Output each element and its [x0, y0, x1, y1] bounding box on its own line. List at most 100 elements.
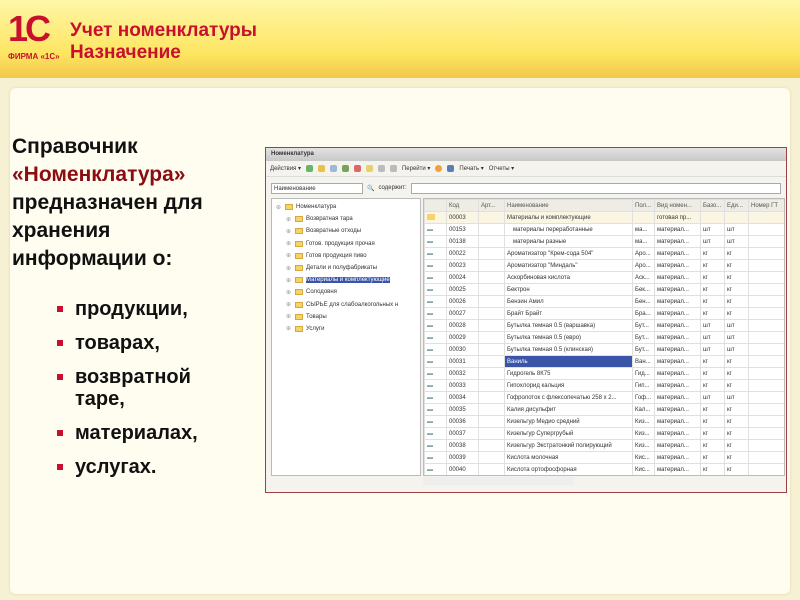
delete-icon[interactable]	[353, 165, 361, 172]
column-header[interactable]: Код	[446, 199, 479, 212]
filter-value-input[interactable]	[410, 182, 781, 194]
group-tree[interactable]: ⊕ Номенклатура ⊕ Возвратная тара ⊕ Возвратные…	[271, 198, 421, 476]
table-cell: Кал...	[632, 403, 655, 416]
goto-menu[interactable]: Перейти ▾	[402, 165, 430, 172]
table-cell: 00153	[446, 223, 479, 236]
table-row[interactable]: ▬ 00027 Брайт Брайт Бра... материал... кг кг	[424, 307, 784, 320]
column-header[interactable]: Наименование	[504, 199, 633, 212]
expand-icon[interactable]: ⊕	[286, 313, 292, 320]
table-cell	[478, 379, 505, 392]
table-row[interactable]: ▬ 00029 Бутылка темная 0.5 (евро) Бут... мат…	[424, 331, 784, 344]
tree-node[interactable]: ⊕ СЫРЬЕ для слабоалкогольных н	[272, 299, 420, 311]
intro-text: Справочник «Номенклатура» предназначен д…	[12, 135, 203, 270]
expand-icon[interactable]: ⊕	[286, 216, 292, 223]
table-cell: Гип...	[632, 379, 655, 392]
table-cell: шт	[700, 343, 725, 356]
item-icon: ▬	[424, 463, 447, 475]
table-cell: материал...	[654, 379, 701, 392]
tree-node[interactable]: ⊕ Номенклатура	[272, 201, 420, 213]
help-icon[interactable]	[435, 165, 443, 172]
column-header[interactable]: Еди...	[724, 199, 749, 212]
reports-menu[interactable]: Отчеты ▾	[489, 165, 514, 172]
table-row[interactable]: ▬ 00030 Бутылка темная 0.5 (клинская) Бут..…	[424, 343, 784, 356]
table-row[interactable]: ▬ 00034 Гофролоток с флексопечатью 258 x 2…	[424, 391, 784, 404]
table-cell: кг	[700, 463, 725, 475]
column-header[interactable]: Арт...	[478, 199, 505, 212]
edit-icon[interactable]	[341, 165, 349, 172]
table-row[interactable]: ▬ 00026 Бензин Амил Бен... материал... кг кг	[424, 295, 784, 308]
table-cell: кг	[724, 283, 749, 296]
tree-node[interactable]: ⊕ Готов. продукция прочая	[272, 238, 420, 250]
copy-icon[interactable]	[329, 165, 337, 172]
table-row[interactable]: ▬ 00032 Гидрогель 8К75 Гид... материал... кг к…	[424, 367, 784, 380]
add-folder-icon[interactable]	[317, 165, 325, 172]
tree-node[interactable]: ⊕ Возвратная тара	[272, 213, 420, 225]
items-table[interactable]: Код Арт... Наименование Пол... Вид номен... Б…	[423, 198, 785, 476]
actions-menu[interactable]: Действия ▾	[270, 165, 301, 172]
column-header[interactable]: Номер ГТ	[748, 199, 784, 212]
table-cell: материал...	[654, 427, 701, 440]
hierarchy-icon[interactable]	[365, 165, 373, 172]
expand-icon[interactable]: ⊕	[286, 289, 292, 296]
table-row[interactable]: ▬ 00024 Аскорбиновая кислота Аск... материал…	[424, 271, 784, 284]
horizontal-scrollbar[interactable]	[423, 477, 573, 485]
filter-field-select[interactable]: Наименование	[271, 182, 363, 194]
table-cell: Брайт Брайт	[504, 307, 633, 320]
filter-icon[interactable]	[377, 165, 385, 172]
column-header[interactable]	[424, 199, 447, 212]
tree-node[interactable]: ⊕ Материалы и комплектующие	[272, 274, 420, 286]
tree-node[interactable]: ⊕ Готов продукция пиво	[272, 250, 420, 262]
table-row[interactable]: ▬ 00028 Бутылка темная 0.5 (варшавка) Бут..…	[424, 319, 784, 332]
expand-icon[interactable]: ⊕	[286, 240, 292, 247]
table-cell	[478, 439, 505, 452]
expand-icon[interactable]: ⊕	[286, 252, 292, 259]
table-row[interactable]: ▬ 00031 Ваниль Ван... материал... кг кг	[424, 355, 784, 368]
table-row[interactable]: ▬ 00038 Кизельгур Экстратонкий полирующий К…	[424, 439, 784, 452]
table-cell: Ароматизатор "Миндаль"	[504, 259, 633, 272]
tree-node[interactable]: ⊕ Детали и полуфабрикаты	[272, 262, 420, 274]
table-row[interactable]: ▬ 00036 Кизельгур Медио средний Киз... матер…	[424, 415, 784, 428]
expand-icon[interactable]: ⊕	[286, 325, 292, 332]
expand-icon[interactable]: ⊕	[286, 277, 292, 284]
table-row[interactable]: ▬ 00040 Кислота ортофосфорная Кис... материа…	[424, 463, 784, 475]
table-row[interactable]: ▬ 00138 материалы разные ма... материал... шт…	[424, 235, 784, 248]
column-header[interactable]: Базо...	[700, 199, 725, 212]
column-header[interactable]: Вид номен...	[654, 199, 701, 212]
search-icon[interactable]: 🔍	[367, 185, 374, 192]
tree-node[interactable]: ⊕ Солодовня	[272, 286, 420, 298]
table-cell: материал...	[654, 463, 701, 475]
item-icon: ▬	[424, 319, 447, 332]
table-row[interactable]: ▬ 00022 Ароматизатор "Крем-сода 504" Аро...…	[424, 247, 784, 260]
tree-node[interactable]: ⊕ Товары	[272, 311, 420, 323]
table-cell	[748, 391, 784, 404]
tree-node[interactable]: ⊕ Услуги	[272, 323, 420, 335]
table-row[interactable]: ▬ 00035 Калия дисульфит Кал... материал... кг…	[424, 403, 784, 416]
table-row[interactable]: ▬ 00153 материалы переработанные ма... матер…	[424, 223, 784, 236]
table-row[interactable]: ▬ 00037 Кизельгур Супергрубый Киз... материа…	[424, 427, 784, 440]
table-row[interactable]: ▬ 00025 Бектрон Бек... материал... кг кг	[424, 283, 784, 296]
expand-icon[interactable]: ⊕	[276, 204, 282, 211]
expand-icon[interactable]: ⊕	[286, 265, 292, 272]
table-cell: Кизельгур Супергрубый	[504, 427, 633, 440]
table-row[interactable]: 00003 Материалы и комплектующие готовая пр…	[424, 211, 784, 224]
table-cell	[748, 379, 784, 392]
table-cell: материал...	[654, 343, 701, 356]
expand-icon[interactable]: ⊕	[286, 301, 292, 308]
sort-icon[interactable]	[389, 165, 397, 172]
tree-node[interactable]: ⊕ Возвратные отходы	[272, 225, 420, 237]
folder-icon	[295, 289, 303, 296]
table-row[interactable]: ▬ 00023 Ароматизатор "Миндаль" Аро... матери…	[424, 259, 784, 272]
table-row[interactable]: ▬ 00033 Гипохлорид кальция Гип... материал..…	[424, 379, 784, 392]
expand-icon[interactable]: ⊕	[286, 228, 292, 235]
table-cell	[478, 331, 505, 344]
list-icon[interactable]	[447, 165, 455, 172]
add-icon[interactable]	[305, 165, 313, 172]
table-cell: Кислота ортофосфорная	[504, 463, 633, 475]
table-cell: материалы переработанные	[504, 223, 633, 236]
table-cell: ма...	[632, 223, 655, 236]
print-menu[interactable]: Печать ▾	[459, 165, 483, 172]
bullet-item: товарах,	[55, 332, 245, 354]
table-cell	[478, 319, 505, 332]
table-row[interactable]: ▬ 00039 Кислота молочная Кис... материал... к…	[424, 451, 784, 464]
column-header[interactable]: Пол...	[632, 199, 655, 212]
